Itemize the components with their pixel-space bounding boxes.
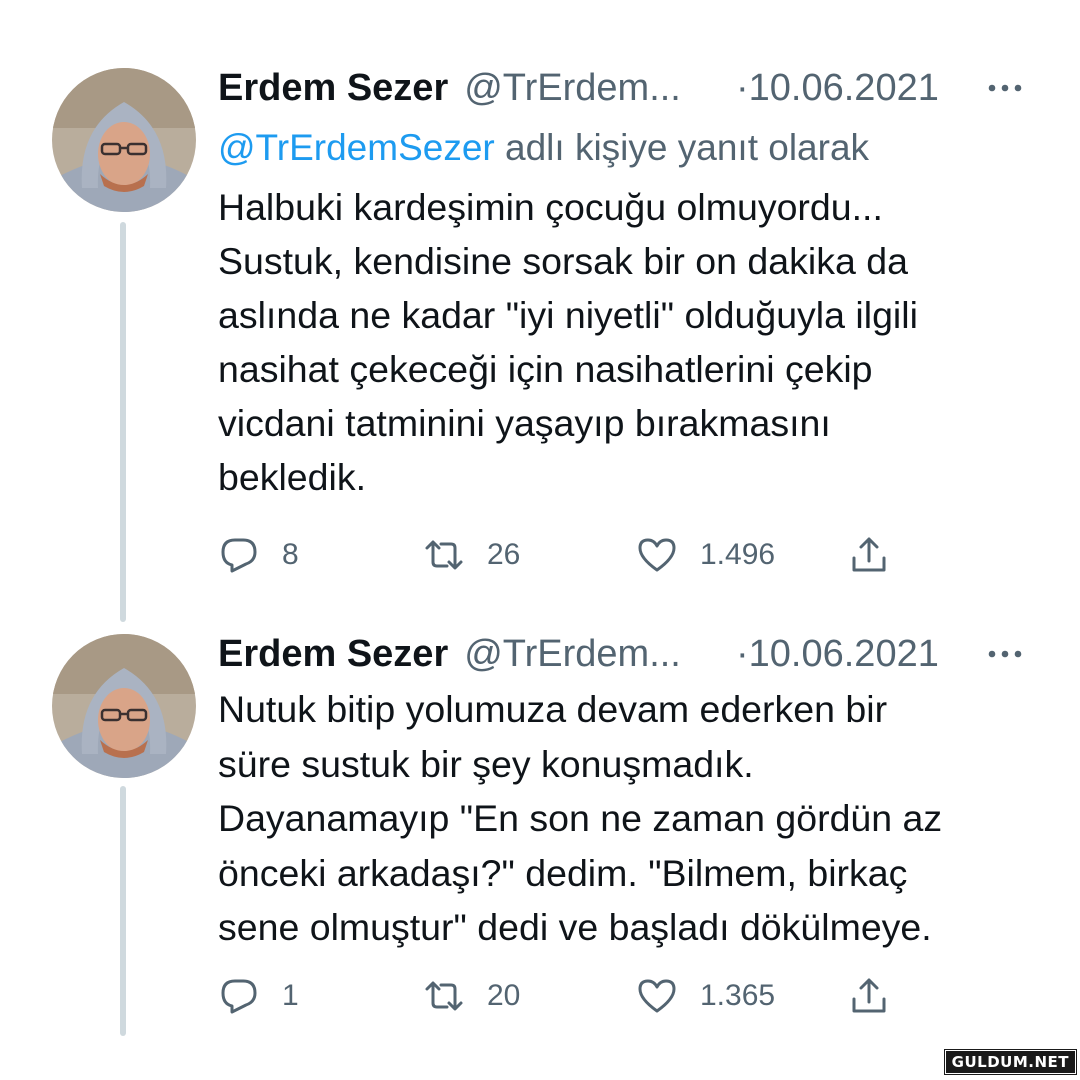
more-icon[interactable] (985, 636, 1025, 672)
thread-connector-line (120, 786, 126, 1036)
tweet-header: Erdem Sezer @TrErdem... ·10.06.2021 (218, 626, 1048, 682)
reply-count: 8 (282, 538, 299, 571)
author-name[interactable]: Erdem Sezer (218, 633, 448, 676)
tweet-content: Erdem Sezer @TrErdem... ·10.06.2021 @TrE… (218, 60, 1048, 504)
replying-to: @TrErdemSezer adlı kişiye yanıt olarak (218, 120, 1048, 176)
tweet-text: Halbuki kardeşimin çocuğu olmuyordu... S… (218, 186, 918, 498)
like-count: 1.365 (700, 979, 776, 1012)
site-watermark: GULDUM.NET (943, 1049, 1078, 1075)
heart-icon (638, 979, 676, 1013)
tweet-date[interactable]: ·10.06.2021 (736, 67, 939, 110)
author-handle[interactable]: @TrErdem... (464, 633, 681, 676)
avatar[interactable] (52, 68, 196, 212)
reply-suffix: adlı kişiye yanıt olarak (494, 127, 870, 168)
tweet-actions: 8 26 1.496 (218, 530, 938, 580)
reply-icon (221, 538, 257, 573)
tweet-content: Erdem Sezer @TrErdem... ·10.06.2021 Nutu… (218, 626, 1048, 955)
author-name[interactable]: Erdem Sezer (218, 67, 448, 110)
tweet-date[interactable]: ·10.06.2021 (736, 633, 939, 676)
retweet-icon (425, 540, 463, 570)
heart-icon (638, 538, 676, 572)
tweet-actions: 1 20 1.365 (218, 971, 938, 1021)
tweet-header: Erdem Sezer @TrErdem... ·10.06.2021 (218, 60, 1048, 116)
reply-button[interactable]: 8 (218, 530, 299, 580)
tweet-text: Nutuk bitip yolumuza devam ederken bir s… (218, 688, 943, 948)
tweet-thread: Erdem Sezer @TrErdem... ·10.06.2021 @TrE… (0, 0, 1080, 1080)
avatar-image (52, 68, 196, 212)
reply-count: 1 (282, 979, 299, 1012)
share-button[interactable] (848, 530, 912, 580)
retweet-count: 26 (487, 538, 521, 571)
share-icon (852, 978, 886, 1013)
like-button[interactable]: 1.496 (636, 530, 775, 580)
like-button[interactable]: 1.365 (636, 971, 775, 1021)
avatar[interactable] (52, 634, 196, 778)
share-icon (852, 537, 886, 572)
avatar-image (52, 634, 196, 778)
more-icon[interactable] (985, 70, 1025, 106)
thread-connector-line (120, 222, 126, 622)
reply-mention-link[interactable]: @TrErdemSezer (218, 127, 495, 168)
retweet-button[interactable]: 26 (423, 530, 520, 580)
retweet-button[interactable]: 20 (423, 971, 520, 1021)
reply-button[interactable]: 1 (218, 971, 299, 1021)
retweet-count: 20 (487, 979, 521, 1012)
share-button[interactable] (848, 971, 912, 1021)
retweet-icon (425, 981, 463, 1011)
author-handle[interactable]: @TrErdem... (464, 67, 681, 110)
reply-icon (221, 979, 257, 1014)
like-count: 1.496 (700, 538, 776, 571)
tweet[interactable]: Erdem Sezer @TrErdem... ·10.06.2021 @TrE… (0, 60, 1080, 630)
tweet[interactable]: Erdem Sezer @TrErdem... ·10.06.2021 Nutu… (0, 626, 1080, 1066)
